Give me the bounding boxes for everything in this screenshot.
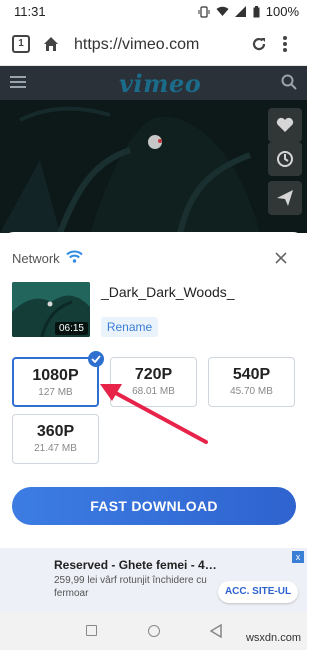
wifi-icon	[66, 250, 83, 268]
status-bar: 11:31 100%	[0, 0, 307, 24]
quality-size: 21.47 MB	[34, 443, 77, 454]
heart-icon	[276, 117, 294, 132]
system-nav-bar: wsxdn.com	[0, 612, 307, 650]
tabs-icon[interactable]: 1	[12, 35, 30, 53]
battery-icon	[253, 5, 260, 18]
video-duration: 06:15	[54, 322, 88, 335]
home-nav-icon[interactable]	[148, 625, 160, 637]
quality-option-720p[interactable]: 720P 68.01 MB	[110, 357, 197, 407]
fast-download-button[interactable]: FAST DOWNLOAD	[12, 487, 296, 525]
url-bar[interactable]: https://vimeo.com	[74, 36, 199, 54]
quality-label: 1080P	[32, 367, 79, 384]
signal-icon	[234, 6, 247, 17]
ad-cta-button[interactable]: ACC. SITE-UL	[218, 581, 298, 603]
video-frame-illustration	[0, 100, 307, 233]
video-thumbnail: 06:15	[12, 282, 90, 337]
recents-icon[interactable]	[86, 625, 97, 636]
download-sheet: Network 06:15 _Dark_Dark_Woods_ Rename 1…	[0, 232, 307, 548]
home-icon[interactable]	[42, 35, 60, 58]
quality-size: 45.70 MB	[230, 386, 273, 397]
site-header: vimeo	[0, 66, 307, 100]
like-button[interactable]	[268, 108, 302, 142]
share-button[interactable]	[268, 181, 302, 215]
clock-icon	[277, 151, 293, 167]
video-player[interactable]	[0, 100, 307, 233]
video-title: _Dark_Dark_Woods_	[101, 284, 235, 300]
rename-button[interactable]: Rename	[101, 317, 158, 337]
quality-option-540p[interactable]: 540P 45.70 MB	[208, 357, 295, 407]
network-label: Network	[12, 251, 60, 266]
watermark: wsxdn.com	[245, 632, 301, 644]
vimeo-logo[interactable]: vimeo	[119, 69, 201, 98]
back-icon[interactable]	[209, 623, 222, 643]
browser-toolbar: 1 https://vimeo.com	[0, 24, 307, 66]
check-icon	[88, 351, 104, 367]
quality-option-360p[interactable]: 360P 21.47 MB	[12, 414, 99, 464]
ad-text: 259,99 lei vârf rotunjit închidere cu fe…	[54, 575, 207, 599]
quality-label: 540P	[232, 366, 271, 383]
quality-option-1080p[interactable]: 1080P 127 MB	[12, 351, 104, 407]
search-icon[interactable]	[281, 74, 297, 95]
close-icon[interactable]	[275, 251, 287, 269]
status-time: 11:31	[14, 4, 46, 19]
ad-close-icon[interactable]: x	[292, 551, 304, 563]
battery-percent: 100%	[265, 4, 299, 19]
quality-label: 720P	[134, 366, 173, 383]
status-icons: 100%	[198, 4, 299, 19]
more-menu-icon[interactable]	[282, 35, 288, 58]
quality-label: 360P	[36, 423, 75, 440]
watch-later-button[interactable]	[268, 142, 302, 176]
quality-size: 68.01 MB	[132, 386, 175, 397]
wifi-status-icon	[216, 6, 229, 17]
ad-banner[interactable]: Reserved - Ghete femei - 4… 259,99 lei v…	[0, 548, 307, 612]
send-icon	[277, 190, 293, 206]
vibrate-icon	[198, 5, 210, 18]
reload-icon[interactable]	[250, 35, 268, 58]
ad-title: Reserved - Ghete femei - 4…	[54, 558, 217, 572]
quality-size: 127 MB	[38, 387, 73, 398]
hamburger-menu-icon[interactable]	[10, 75, 26, 94]
